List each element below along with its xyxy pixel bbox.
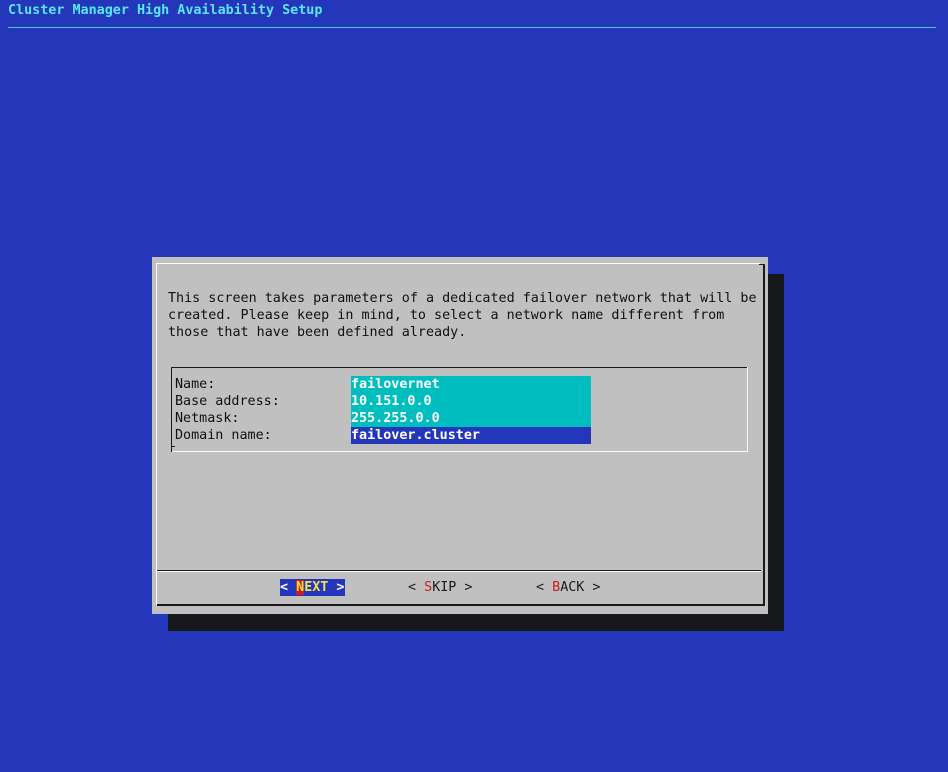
next-hotkey: N bbox=[296, 580, 305, 595]
back-close: > bbox=[584, 580, 601, 595]
dialog-frame-corner bbox=[759, 264, 763, 265]
next-label: EXT bbox=[304, 580, 329, 595]
setup-dialog: This screen takes parameters of a dedica… bbox=[152, 257, 768, 614]
skip-button[interactable]: < SKIP > bbox=[408, 579, 473, 596]
form-frame-bottom bbox=[172, 451, 748, 452]
back-label: ACK bbox=[560, 580, 585, 595]
backtitle: Cluster Manager High Availability Setup bbox=[8, 3, 323, 18]
name-field[interactable]: failovernet bbox=[351, 376, 591, 393]
back-hotkey: B bbox=[552, 580, 561, 595]
next-open: < bbox=[280, 580, 297, 595]
back-open: < bbox=[536, 580, 553, 595]
network-form: Name: failovernet Base address: 10.151.0… bbox=[171, 367, 748, 452]
button-bar: < NEXT > < SKIP > < BACK > bbox=[152, 579, 768, 596]
form-frame-left bbox=[171, 367, 172, 452]
form-frame-right bbox=[747, 367, 748, 452]
skip-close: > bbox=[456, 580, 473, 595]
skip-hotkey: S bbox=[424, 580, 433, 595]
dialog-description: This screen takes parameters of a dedica… bbox=[168, 290, 757, 341]
name-label: Name: bbox=[175, 377, 216, 392]
base-address-label: Base address: bbox=[175, 394, 280, 409]
button-separator bbox=[157, 571, 761, 572]
skip-open: < bbox=[408, 580, 425, 595]
skip-label: KIP bbox=[432, 580, 457, 595]
dialog-frame-left bbox=[156, 263, 157, 605]
form-frame-corner bbox=[171, 446, 175, 447]
dialog-frame-right bbox=[763, 264, 765, 606]
dialog-frame-top bbox=[156, 263, 760, 264]
back-button[interactable]: < BACK > bbox=[536, 579, 601, 596]
base-address-field[interactable]: 10.151.0.0 bbox=[351, 393, 591, 410]
description-line: those that have been defined already. bbox=[168, 325, 467, 340]
netmask-label: Netmask: bbox=[175, 411, 240, 426]
next-button[interactable]: < NEXT > bbox=[280, 579, 345, 596]
dialog-frame-bottom bbox=[157, 604, 763, 606]
domain-name-label: Domain name: bbox=[175, 428, 272, 443]
next-close: > bbox=[328, 580, 345, 595]
domain-name-field[interactable]: failover.cluster bbox=[351, 427, 591, 444]
description-line: This screen takes parameters of a dedica… bbox=[168, 291, 757, 306]
netmask-field[interactable]: 255.255.0.0 bbox=[351, 410, 591, 427]
backtitle-divider bbox=[8, 27, 936, 28]
form-frame-top bbox=[171, 367, 747, 368]
description-line: created. Please keep in mind, to select … bbox=[168, 308, 725, 323]
